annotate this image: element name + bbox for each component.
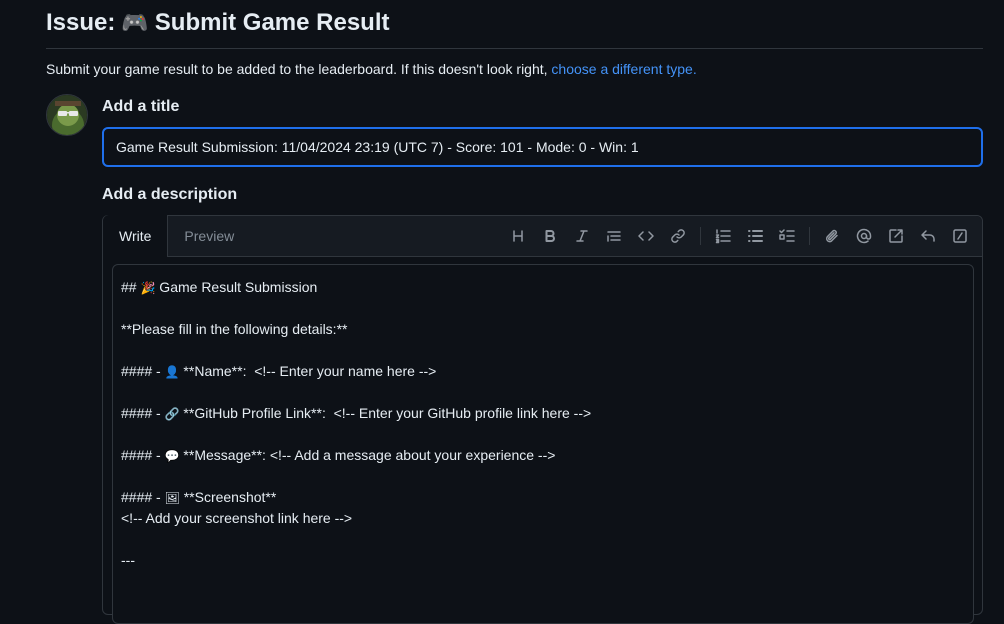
- emoji-icon: 💬: [164, 449, 180, 463]
- slash-command-icon[interactable]: [944, 224, 976, 248]
- emoji-icon: 🔗: [164, 407, 180, 421]
- editor-line: #### - 👤 **Name**: <!-- Enter your name …: [121, 361, 965, 382]
- description-label: Add a description: [102, 186, 238, 203]
- line-text: **GitHub Profile Link**: <!-- Enter your…: [179, 405, 592, 421]
- line-text: **Screenshot**: [179, 489, 277, 505]
- avatar[interactable]: [46, 94, 88, 136]
- heading-icon[interactable]: [502, 224, 534, 248]
- tab-preview[interactable]: Preview: [168, 215, 250, 256]
- markdown-toolbar: [502, 224, 976, 248]
- reference-icon[interactable]: [880, 224, 912, 248]
- toolbar-divider: [809, 227, 810, 245]
- italic-icon[interactable]: [566, 224, 598, 248]
- unordered-list-icon[interactable]: [739, 224, 771, 248]
- link-icon[interactable]: [662, 224, 694, 248]
- line-text: **Message**: <!-- Add a message about yo…: [179, 447, 556, 463]
- task-list-icon[interactable]: [771, 224, 803, 248]
- toolbar-divider: [700, 227, 701, 245]
- code-icon[interactable]: [630, 224, 662, 248]
- line-text: **Please fill in the following details:*…: [121, 321, 348, 337]
- emoji-icon: 👤: [164, 365, 180, 379]
- description-textarea[interactable]: ## 🎉 Game Result Submission **Please fill…: [112, 264, 974, 624]
- line-text: ---: [121, 552, 135, 568]
- line-text: #### -: [121, 363, 165, 379]
- description-editor: Write Preview ## 🎉 Game Result Submissio…: [102, 215, 983, 624]
- editor-line: <!-- Add your screenshot link here -->: [121, 508, 965, 529]
- gamepad-icon: 🎮: [121, 10, 149, 36]
- editor-line: ---: [121, 550, 965, 571]
- editor-line: #### - 🔗 **GitHub Profile Link**: <!-- E…: [121, 403, 965, 424]
- title-label: Add a title: [102, 98, 180, 115]
- title-prefix: Issue:: [46, 9, 116, 36]
- choose-type-link[interactable]: choose a different type.: [551, 61, 696, 77]
- intro-body: Submit your game result to be added to t…: [46, 61, 548, 77]
- editor-line: ## 🎉 Game Result Submission: [121, 277, 965, 298]
- attach-icon[interactable]: [816, 224, 848, 248]
- quote-icon[interactable]: [598, 224, 630, 248]
- line-text: #### -: [121, 447, 165, 463]
- tab-write[interactable]: Write: [103, 215, 169, 257]
- reply-icon[interactable]: [912, 224, 944, 248]
- line-text: **Name**: <!-- Enter your name here -->: [179, 363, 437, 379]
- emoji-icon: 🎉: [140, 281, 156, 295]
- title-divider: [46, 48, 983, 49]
- title-text: Submit Game Result: [154, 9, 390, 36]
- editor-line: #### - 🖼 **Screenshot**: [121, 487, 965, 508]
- line-text: #### -: [121, 405, 165, 421]
- emoji-icon: 🖼: [164, 491, 180, 505]
- intro-text: Submit your game result to be added to t…: [46, 61, 697, 77]
- line-text: ##: [121, 279, 141, 295]
- editor-line: #### - 💬 **Message**: <!-- Add a message…: [121, 445, 965, 466]
- editor-header: Write Preview: [103, 215, 982, 257]
- mention-icon[interactable]: [848, 224, 880, 248]
- bold-icon[interactable]: [534, 224, 566, 248]
- editor-line: **Please fill in the following details:*…: [121, 319, 965, 340]
- line-text: <!-- Add your screenshot link here -->: [121, 510, 353, 526]
- title-input[interactable]: [102, 127, 983, 167]
- page-title: Issue: 🎮 Submit Game Result: [46, 9, 390, 37]
- line-text: #### -: [121, 489, 165, 505]
- line-text: Game Result Submission: [155, 279, 318, 295]
- ordered-list-icon[interactable]: [707, 224, 739, 248]
